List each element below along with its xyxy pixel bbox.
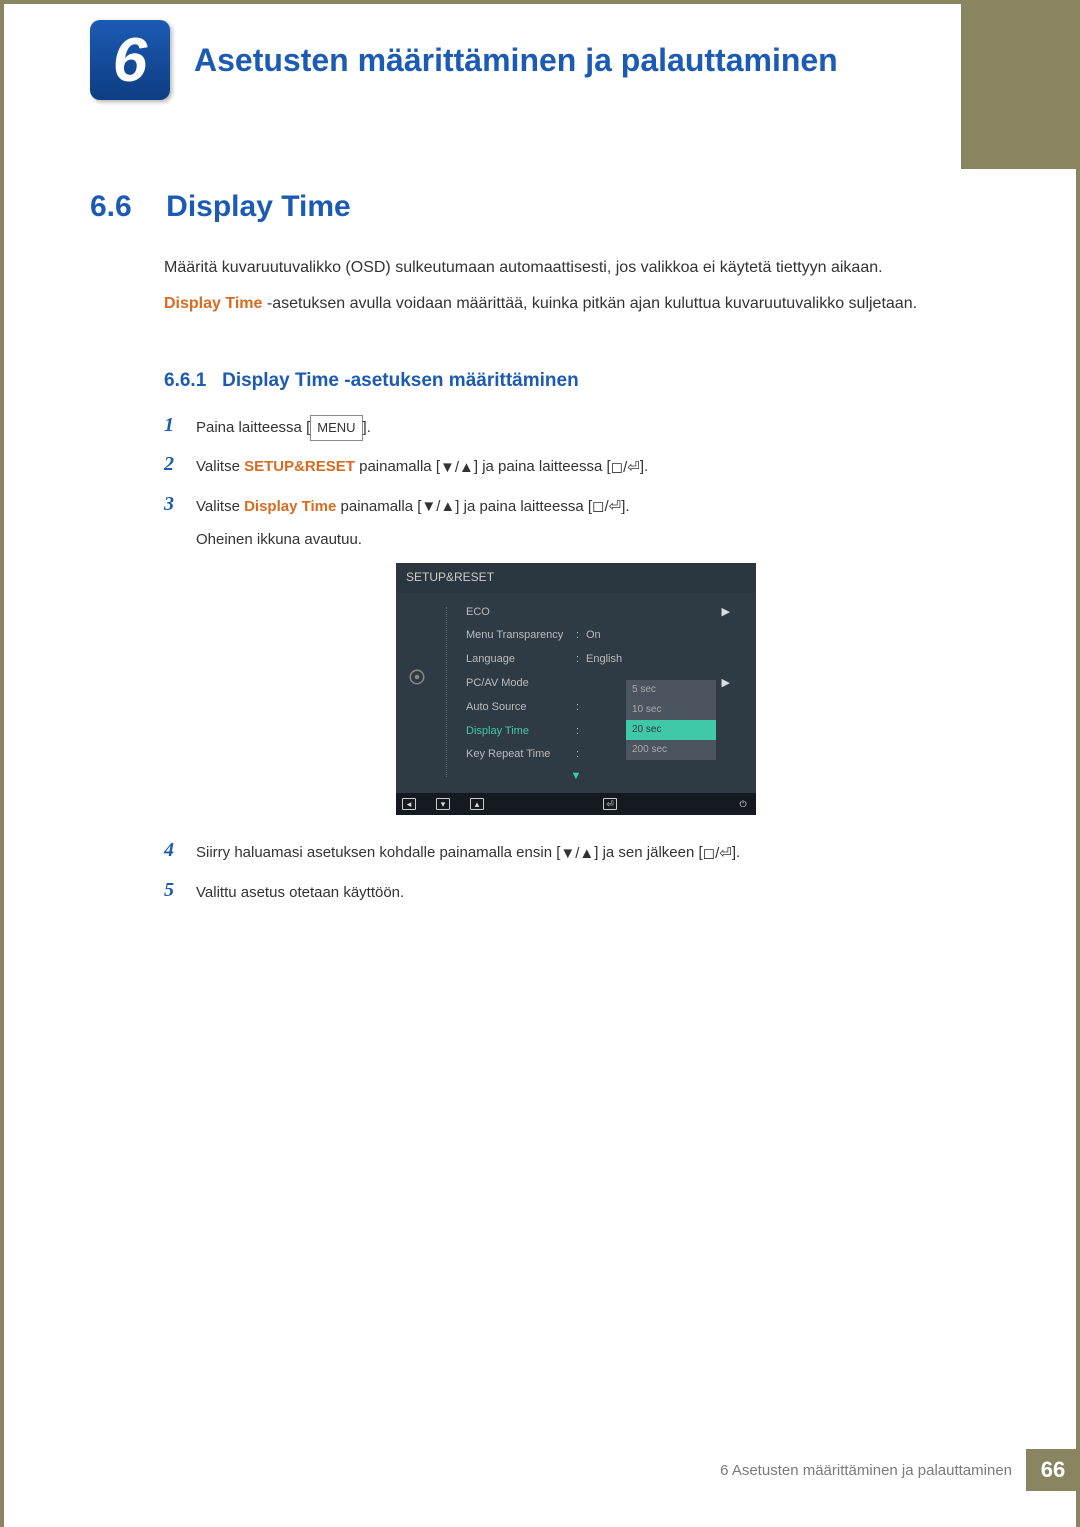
corner-block [961, 4, 1076, 169]
menu-button-label: MENU [310, 415, 362, 440]
step-text: Valitse SETUP&RESET painamalla [▼/▲] ja … [196, 453, 1000, 481]
border-left [0, 0, 4, 1527]
osd-window: SETUP&RESET ECO ▶ Menu Transpare [396, 563, 756, 815]
step-2: 2 Valitse SETUP&RESET painamalla [▼/▲] j… [164, 453, 1000, 481]
osd-popup-item: 10 sec [626, 700, 716, 720]
osd-row-menu-transparency: Menu Transparency:On [396, 624, 756, 648]
page: 6 Asetusten määrittäminen ja palauttamin… [0, 0, 1080, 1527]
chevron-down-icon: ▼ [396, 767, 756, 789]
step-list: 1 Paina laitteessa [MENU]. 2 Valitse SET… [164, 414, 1000, 918]
chevron-right-icon: ▶ [722, 674, 730, 694]
osd-row-language: Language:English [396, 648, 756, 672]
step-text: Valittu asetus otetaan käyttöön. [196, 879, 1000, 906]
chapter-number-badge: 6 [90, 20, 170, 100]
source-enter-icon: ◻/⏎ [703, 840, 732, 867]
osd-title: SETUP&RESET [396, 563, 756, 593]
intro-rest: -asetuksen avulla voidaan määrittää, kui… [262, 295, 917, 312]
back-icon: ◂ [402, 798, 416, 810]
osd-popup-item: 5 sec [626, 680, 716, 700]
gear-icon [408, 668, 426, 686]
intro-paragraph-2: Display Time -asetuksen avulla voidaan m… [164, 290, 1000, 317]
source-enter-icon: ◻/⏎ [592, 493, 621, 520]
subsection-header: 6.6.1 Display Time -asetuksen määrittämi… [164, 370, 579, 392]
osd-screenshot: SETUP&RESET ECO ▶ Menu Transpare [396, 563, 1000, 815]
section-number: 6.6 [90, 190, 132, 223]
intro-paragraph-1: Määritä kuvaruutuvalikko (OSD) sulkeutum… [164, 254, 1000, 281]
subsection-title: Display Time -asetuksen määrittäminen [222, 370, 579, 391]
chapter-header: 6 Asetusten määrittäminen ja palauttamin… [90, 20, 838, 100]
osd-button-bar: ◂ ▾ ▴ ⏎ ⏻ [396, 793, 756, 815]
up-icon: ▴ [470, 798, 484, 810]
step-number: 5 [164, 879, 196, 902]
osd-popup-item-selected: 20 sec [626, 720, 716, 740]
step-number: 2 [164, 453, 196, 476]
subsection-number: 6.6.1 [164, 370, 206, 391]
osd-popup: 5 sec 10 sec 20 sec 200 sec [626, 680, 716, 760]
step-text: Valitse Display Time painamalla [▼/▲] ja… [196, 493, 1000, 828]
step-5: 5 Valittu asetus otetaan käyttöön. [164, 879, 1000, 906]
down-up-arrow-icon: ▼/▲ [440, 454, 474, 481]
footer: 6 Asetusten määrittäminen ja palauttamin… [720, 1449, 1080, 1491]
down-up-arrow-icon: ▼/▲ [421, 493, 455, 520]
section-header: 6.6 Display Time [90, 190, 351, 224]
source-enter-icon: ◻/⏎ [611, 454, 640, 481]
osd-popup-item: 200 sec [626, 740, 716, 760]
step-number: 1 [164, 414, 196, 437]
step-number: 3 [164, 493, 196, 516]
down-icon: ▾ [436, 798, 450, 810]
step-text: Siirry haluamasi asetuksen kohdalle pain… [196, 839, 1000, 867]
down-up-arrow-icon: ▼/▲ [560, 840, 594, 867]
section-title: Display Time [166, 190, 351, 223]
step-1: 1 Paina laitteessa [MENU]. [164, 414, 1000, 441]
step-4: 4 Siirry haluamasi asetuksen kohdalle pa… [164, 839, 1000, 867]
step-3-extra: Oheinen ikkuna avautuu. [196, 526, 1000, 553]
osd-tree-line [446, 607, 447, 777]
power-icon: ⏻ [736, 798, 750, 810]
border-right [1076, 0, 1080, 1527]
osd-body: ECO ▶ Menu Transparency:On Language:Engl… [396, 593, 756, 793]
step-3: 3 Valitse Display Time painamalla [▼/▲] … [164, 493, 1000, 828]
chapter-title: Asetusten määrittäminen ja palauttaminen [194, 42, 838, 79]
enter-icon: ⏎ [603, 798, 617, 810]
footer-page-number: 66 [1026, 1449, 1080, 1491]
intro-highlight: Display Time [164, 295, 262, 312]
osd-row-eco: ECO ▶ [396, 601, 756, 625]
chevron-right-icon: ▶ [722, 603, 730, 623]
highlight-setup-reset: SETUP&RESET [244, 458, 355, 475]
highlight-display-time: Display Time [244, 498, 336, 515]
step-number: 4 [164, 839, 196, 862]
step-text: Paina laitteessa [MENU]. [196, 414, 1000, 441]
footer-text: 6 Asetusten määrittäminen ja palauttamin… [720, 1462, 1012, 1479]
border-top [0, 0, 1080, 4]
